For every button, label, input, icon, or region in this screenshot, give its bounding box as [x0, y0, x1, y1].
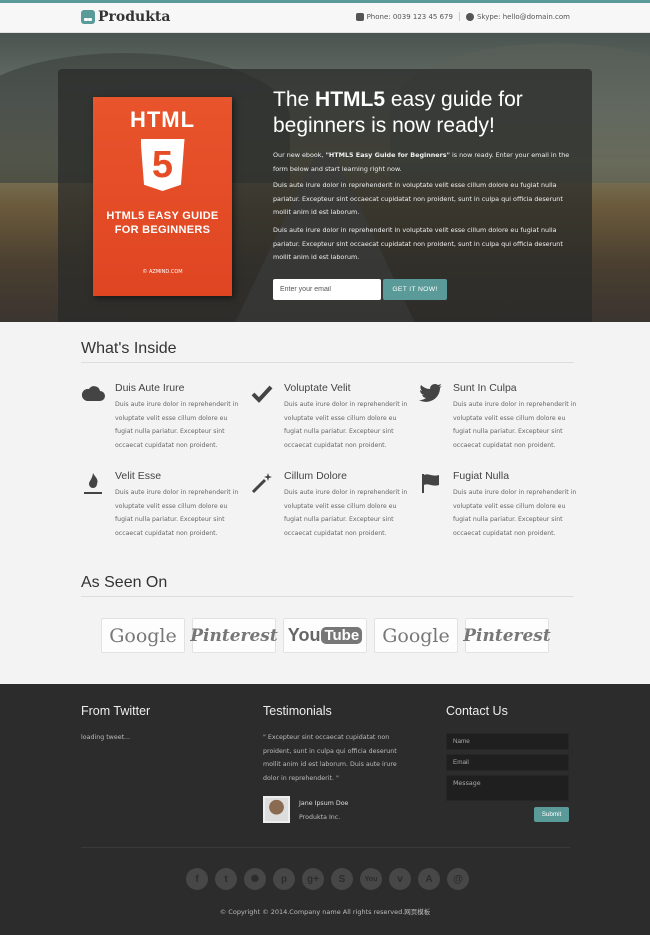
divider — [458, 12, 460, 21]
feature-text: Duis aute irure dolor in reprehenderit i… — [453, 401, 577, 449]
pinterest-logo[interactable]: Pinterest — [463, 618, 551, 653]
google-logo[interactable]: Google — [101, 618, 185, 653]
feature-title: Cillum Dolore — [284, 470, 348, 482]
section-divider — [81, 596, 574, 597]
googleplus-icon[interactable]: g+ — [302, 868, 324, 890]
email-icon[interactable]: @ — [447, 868, 469, 890]
checkmark-icon — [250, 383, 274, 407]
youtube-icon[interactable]: You — [360, 868, 382, 890]
twitter-icon[interactable]: t — [215, 868, 237, 890]
google-logo[interactable]: Google — [374, 618, 458, 653]
section-divider — [81, 362, 574, 363]
dribbble-icon[interactable]: ✺ — [244, 868, 266, 890]
feature-text: Duis aute irure dolor in reprehenderit i… — [284, 401, 408, 449]
logo[interactable]: Produkta — [81, 9, 170, 25]
header: Produkta Phone: 0039 123 45 679 Skype: h… — [0, 3, 650, 33]
testimonial-company: Produkta Inc. — [299, 814, 341, 821]
hero-intro-bold: "HTML5 Easy Guide for Beginners" — [325, 151, 450, 159]
email-input[interactable] — [273, 279, 381, 300]
submit-button[interactable]: Submit — [534, 807, 569, 822]
twitter-title: From Twitter — [81, 704, 151, 718]
hero-intro-pre: Our new ebook, — [273, 151, 326, 159]
header-contact: Phone: 0039 123 45 679 Skype: hello@doma… — [355, 12, 570, 21]
book-publisher: © AZMIND.COM — [142, 269, 183, 275]
as-seen-on-title: As Seen On — [81, 574, 168, 591]
testimonial-text: " Excepteur sint occaecat cupidatat non … — [263, 734, 397, 782]
skype-text: Skype: hello@domain.com — [476, 12, 570, 21]
hero-intro: Our new ebook, "HTML5 Easy Guide for Beg… — [273, 149, 573, 176]
user-icon — [465, 12, 474, 21]
testimonial-name: Jane Ipsum Doe — [299, 800, 349, 807]
copyright: © Copyright © 2014.Company name All righ… — [219, 908, 431, 916]
feature-text: Duis aute irure dolor in reprehenderit i… — [453, 489, 577, 537]
feature-title: Velit Esse — [115, 470, 162, 482]
get-it-now-button[interactable]: GET IT NOW! — [383, 279, 447, 300]
youtube-you: You — [287, 625, 321, 645]
html5-shield-icon: 5 — [140, 139, 185, 191]
feature-title: Duis Aute Irure — [115, 382, 185, 394]
facebook-icon[interactable]: f — [186, 868, 208, 890]
social-icons: f t ✺ p g+ S You v A @ — [186, 868, 469, 890]
press-logos: Google Pinterest You Tube Google Pinteres… — [101, 618, 551, 653]
hero-paragraph-2: Duis aute irure dolor in reprehenderit i… — [273, 226, 563, 261]
ebook-cover: HTML 5 HTML5 EASY GUIDE FOR BEGINNERS © … — [93, 97, 232, 296]
logo-icon — [81, 10, 95, 24]
pinterest-icon[interactable]: p — [273, 868, 295, 890]
book-title-line2: FOR BEGINNERS — [114, 224, 211, 236]
book-cover-title: HTML5 EASY GUIDE FOR BEGINNERS — [93, 209, 232, 237]
cloud-icon — [81, 383, 105, 407]
book-cover-html: HTML — [129, 107, 196, 132]
message-field[interactable] — [446, 775, 569, 801]
hero-paragraph-1: Duis aute irure dolor in reprehenderit i… — [273, 181, 563, 216]
skype-icon[interactable]: S — [331, 868, 353, 890]
vimeo-icon[interactable]: v — [389, 868, 411, 890]
feature-text: Duis aute irure dolor in reprehenderit i… — [115, 489, 239, 537]
book-cover-number: 5 — [151, 144, 174, 186]
flame-icon — [81, 471, 105, 495]
twitter-bird-icon — [419, 383, 443, 407]
feature-title: Fugiat Nulla — [453, 470, 510, 482]
footer-divider — [81, 847, 570, 848]
logo-text: Produkta — [98, 9, 171, 25]
feature-text: Duis aute irure dolor in reprehenderit i… — [284, 489, 408, 537]
book-title-line1: HTML5 EASY GUIDE — [106, 210, 219, 222]
hero: HTML 5 HTML5 EASY GUIDE FOR BEGINNERS © … — [0, 33, 650, 322]
hero-title-pre: The — [273, 88, 316, 111]
phone-text: Phone: 0039 123 45 679 — [366, 12, 453, 21]
name-field[interactable] — [446, 733, 569, 750]
hero-title-bold: HTML5 — [315, 88, 386, 111]
contact-title: Contact Us — [446, 704, 508, 718]
feature-title: Voluptate Velit — [284, 382, 351, 394]
youtube-tube: Tube — [321, 627, 363, 644]
whats-inside-title: What's Inside — [81, 340, 177, 357]
flag-icon — [419, 471, 443, 495]
email-field[interactable] — [446, 754, 569, 771]
magic-wand-icon — [250, 471, 274, 495]
feature-title: Sunt In Culpa — [453, 382, 517, 394]
testimonials-title: Testimonials — [263, 704, 332, 718]
hero-title: The HTML5 easy guide for beginners is no… — [273, 87, 573, 139]
feature-text: Duis aute irure dolor in reprehenderit i… — [115, 401, 239, 449]
hero-panel: HTML 5 HTML5 EASY GUIDE FOR BEGINNERS © … — [58, 69, 592, 322]
pinterest-logo[interactable]: Pinterest — [190, 618, 278, 653]
youtube-logo[interactable]: You Tube — [283, 618, 367, 653]
appstore-icon[interactable]: A — [418, 868, 440, 890]
phone-icon — [355, 12, 364, 21]
avatar — [263, 796, 290, 823]
twitter-loading: loading tweet... — [81, 734, 131, 741]
footer: From Twitter loading tweet... Testimonia… — [0, 684, 650, 935]
